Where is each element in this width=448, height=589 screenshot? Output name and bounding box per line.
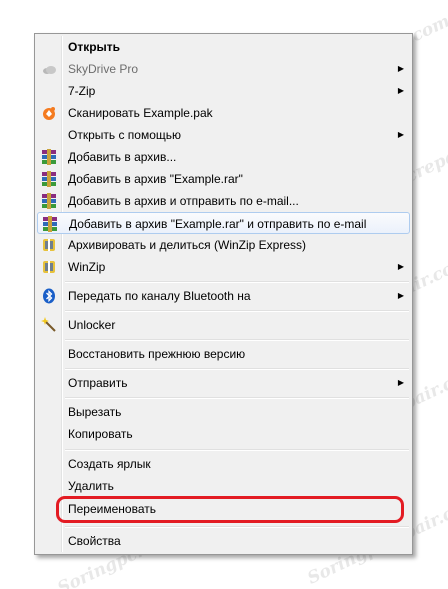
menu-item-label: Удалить <box>68 479 114 493</box>
menu-item-label: Открыть с помощью <box>68 128 182 142</box>
menu-item-label: Добавить в архив "Example.rar" <box>68 172 243 186</box>
submenu-arrow-icon: ▶ <box>397 86 404 95</box>
submenu-arrow-icon: ▶ <box>397 291 404 300</box>
menu-item-label: 7-Zip <box>68 84 96 98</box>
submenu-arrow-icon: ▶ <box>397 262 404 271</box>
menu-item-label: Копировать <box>68 427 133 441</box>
menu-item-winzip-express[interactable]: Архивировать и делиться (WinZip Express) <box>37 234 410 256</box>
menu-item-label: Unlocker <box>68 318 116 332</box>
menu-item-label: Свойства <box>68 534 121 548</box>
menu-separator <box>65 339 409 341</box>
menu-item-7zip[interactable]: 7-Zip ▶ <box>37 80 410 102</box>
winrar-icon <box>41 171 57 187</box>
menu-item-label: Отправить <box>68 376 128 390</box>
submenu-arrow-icon: ▶ <box>397 130 404 139</box>
menu-item-winzip[interactable]: WinZip ▶ <box>37 256 410 278</box>
menu-item-bluetooth[interactable]: Передать по каналу Bluetooth на ▶ <box>37 285 410 307</box>
menu-item-label: Передать по каналу Bluetooth на <box>68 289 251 303</box>
menu-item-label: SkyDrive Pro <box>68 62 139 76</box>
menu-item-label: WinZip <box>68 260 106 274</box>
menu-item-label: Добавить в архив... <box>68 150 177 164</box>
menu-item-skydrive-pro[interactable]: SkyDrive Pro ▶ <box>37 58 410 80</box>
menu-item-cut[interactable]: Вырезать <box>37 401 410 423</box>
menu-separator <box>65 449 409 451</box>
menu-item-label: Добавить в архив "Example.rar" и отправи… <box>69 217 367 231</box>
menu-item-label: Восстановить прежнюю версию <box>68 347 246 361</box>
submenu-arrow-icon: ▶ <box>397 378 404 387</box>
submenu-arrow-icon: ▶ <box>397 64 404 73</box>
menu-separator <box>65 397 409 399</box>
menu-item-open[interactable]: Открыть <box>37 36 410 58</box>
screenshot-stage: Soringpcrepair.com Soringpcrepair.com So… <box>0 0 448 589</box>
unlocker-wand-icon <box>41 317 57 333</box>
menu-item-properties[interactable]: Свойства <box>37 530 410 552</box>
menu-item-copy[interactable]: Копировать <box>37 423 410 445</box>
menu-item-label: Открыть <box>68 40 121 54</box>
menu-item-delete[interactable]: Удалить <box>37 475 410 497</box>
winzip-icon <box>41 259 57 275</box>
menu-item-scan[interactable]: Сканировать Example.pak <box>37 102 410 124</box>
winzip-icon <box>41 237 57 253</box>
menu-separator <box>65 526 409 528</box>
bluetooth-icon <box>41 288 57 304</box>
rename-highlight-outline <box>56 496 404 523</box>
winrar-icon <box>41 193 57 209</box>
menu-item-label: Вырезать <box>68 405 122 419</box>
menu-item-unlocker[interactable]: Unlocker <box>37 314 410 336</box>
winrar-icon <box>41 149 57 165</box>
menu-item-add-to-archive[interactable]: Добавить в архив... <box>37 146 410 168</box>
menu-item-add-example-rar-and-email[interactable]: Добавить в архив "Example.rar" и отправи… <box>37 212 410 234</box>
menu-separator <box>65 368 409 370</box>
menu-separator <box>65 310 409 312</box>
avast-icon <box>41 105 57 121</box>
menu-item-restore-previous-version[interactable]: Восстановить прежнюю версию <box>37 343 410 365</box>
context-menu: Открыть SkyDrive Pro ▶ 7-Zip ▶ Сканирова… <box>34 33 413 555</box>
menu-item-open-with[interactable]: Открыть с помощью ▶ <box>37 124 410 146</box>
menu-item-add-to-example-rar[interactable]: Добавить в архив "Example.rar" <box>37 168 410 190</box>
skydrive-cloud-icon <box>41 61 57 77</box>
menu-item-label: Создать ярлык <box>68 457 151 471</box>
menu-item-label: Добавить в архив и отправить по e-mail..… <box>68 194 299 208</box>
menu-separator <box>65 281 409 283</box>
menu-item-send-to[interactable]: Отправить ▶ <box>37 372 410 394</box>
menu-item-create-shortcut[interactable]: Создать ярлык <box>37 453 410 475</box>
winrar-icon <box>42 216 58 232</box>
menu-item-add-and-email[interactable]: Добавить в архив и отправить по e-mail..… <box>37 190 410 212</box>
menu-item-label: Архивировать и делиться (WinZip Express) <box>68 238 307 252</box>
menu-item-label: Сканировать Example.pak <box>68 106 213 120</box>
